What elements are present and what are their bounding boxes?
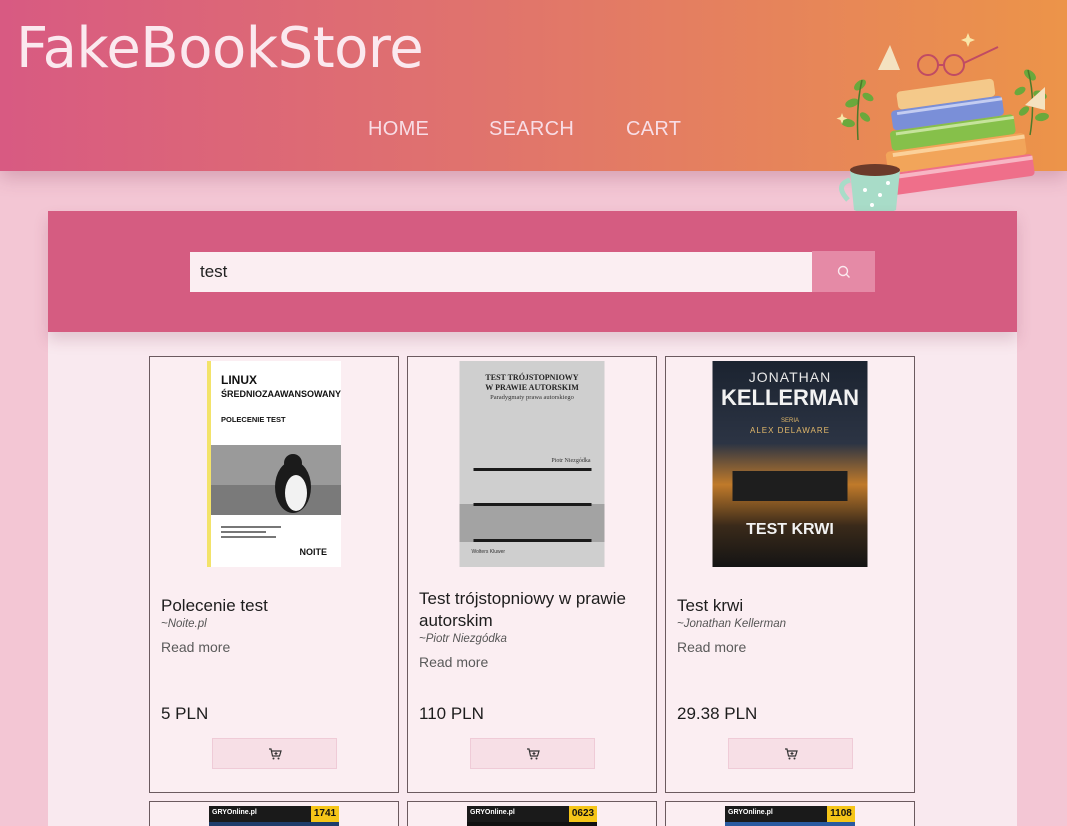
books-illustration [836, 33, 1049, 215]
book-author: ~Jonathan Kellerman [677, 618, 787, 630]
search-input[interactable] [190, 252, 812, 292]
penguin-photo [211, 445, 341, 515]
search-icon [837, 265, 850, 278]
add-to-cart-icon [268, 747, 282, 759]
book-card[interactable]: JONATHAN KELLERMAN SERIA ALEX DELAWARE T… [665, 356, 915, 793]
book-cover[interactable]: GRYOnline.pl 1108 [725, 806, 855, 826]
book-price: 110 PLN [419, 704, 484, 723]
main-panel: LINUX ŚREDNIOZAAWANSOWANY POLECENIE TEST… [48, 211, 1017, 826]
cover-text: ŚREDNIOZAAWANSOWANY [221, 389, 342, 399]
book-cover[interactable]: GRYOnline.pl 0623 [467, 806, 597, 826]
book-price: 29.38 PLN [677, 704, 758, 723]
read-more-link[interactable]: Read more [677, 639, 746, 655]
book-title[interactable]: Test krwi [677, 595, 907, 617]
cover-text: GRYOnline.pl [470, 809, 515, 816]
nav-search-link[interactable]: SEARCH [489, 118, 574, 141]
book-price: 5 PLN [161, 704, 209, 723]
book-card[interactable]: GRYOnline.pl 0623 [407, 801, 657, 826]
cover-text: LINUX [221, 373, 257, 387]
add-to-cart-button[interactable] [470, 738, 595, 769]
cover-brand: Wolters Kluwer [471, 549, 506, 555]
cover-number: 1741 [311, 806, 339, 822]
cover-text: KELLERMAN [720, 385, 860, 410]
cover-text: GRYOnline.pl [212, 809, 257, 816]
book-author: ~Noite.pl [161, 618, 207, 630]
add-to-cart-button[interactable] [212, 738, 337, 769]
cover-text: JONATHAN [748, 369, 832, 385]
nav-home-link[interactable]: HOME [368, 118, 429, 141]
search-bar-section [48, 211, 1017, 332]
cover-text: SERIA [780, 418, 799, 424]
book-card[interactable]: LINUX ŚREDNIOZAAWANSOWANY POLECENIE TEST… [149, 356, 399, 793]
book-cover[interactable]: GRYOnline.pl 1741 [209, 806, 339, 826]
cover-number: 1108 [827, 806, 855, 822]
cover-text: GRYOnline.pl [728, 809, 773, 816]
book-author: ~Piotr Niezgódka [419, 633, 507, 645]
nav-cart-link[interactable]: CART [626, 118, 681, 141]
cover-bullets [221, 526, 281, 540]
read-more-link[interactable]: Read more [419, 654, 488, 670]
add-to-cart-button[interactable] [728, 738, 853, 769]
cover-brand: NOITE [299, 547, 327, 557]
book-title[interactable]: Test trójstopniowy w prawie autorskim [419, 588, 649, 632]
add-to-cart-icon [784, 747, 798, 759]
cover-text: ALEX DELAWARE [750, 426, 830, 435]
cover-text: W PRAWIE AUTORSKIM [485, 383, 579, 392]
book-card[interactable]: GRYOnline.pl 1741 [149, 801, 399, 826]
book-cover[interactable]: LINUX ŚREDNIOZAAWANSOWANY POLECENIE TEST… [207, 361, 341, 567]
site-logo[interactable]: FakeBookStore [16, 16, 424, 81]
search-button[interactable] [812, 251, 875, 292]
cover-text: Piotr Niezgódka [551, 458, 591, 464]
cover-text: TEST KRWI [746, 521, 834, 538]
cover-text: Paradygmaty prawa autorskiego [490, 394, 574, 401]
book-title[interactable]: Polecenie test [161, 595, 391, 617]
book-cover[interactable]: JONATHAN KELLERMAN SERIA ALEX DELAWARE T… [712, 361, 868, 567]
cover-text: TEST TRÓJSTOPNIOWY [485, 373, 579, 382]
add-to-cart-icon [526, 747, 540, 759]
cover-text: POLECENIE TEST [221, 415, 286, 424]
book-card[interactable]: TEST TRÓJSTOPNIOWY W PRAWIE AUTORSKIM Pa… [407, 356, 657, 793]
read-more-link[interactable]: Read more [161, 639, 230, 655]
book-card[interactable]: GRYOnline.pl 1108 [665, 801, 915, 826]
book-cover[interactable]: TEST TRÓJSTOPNIOWY W PRAWIE AUTORSKIM Pa… [459, 361, 605, 567]
cover-number: 0623 [569, 806, 597, 822]
